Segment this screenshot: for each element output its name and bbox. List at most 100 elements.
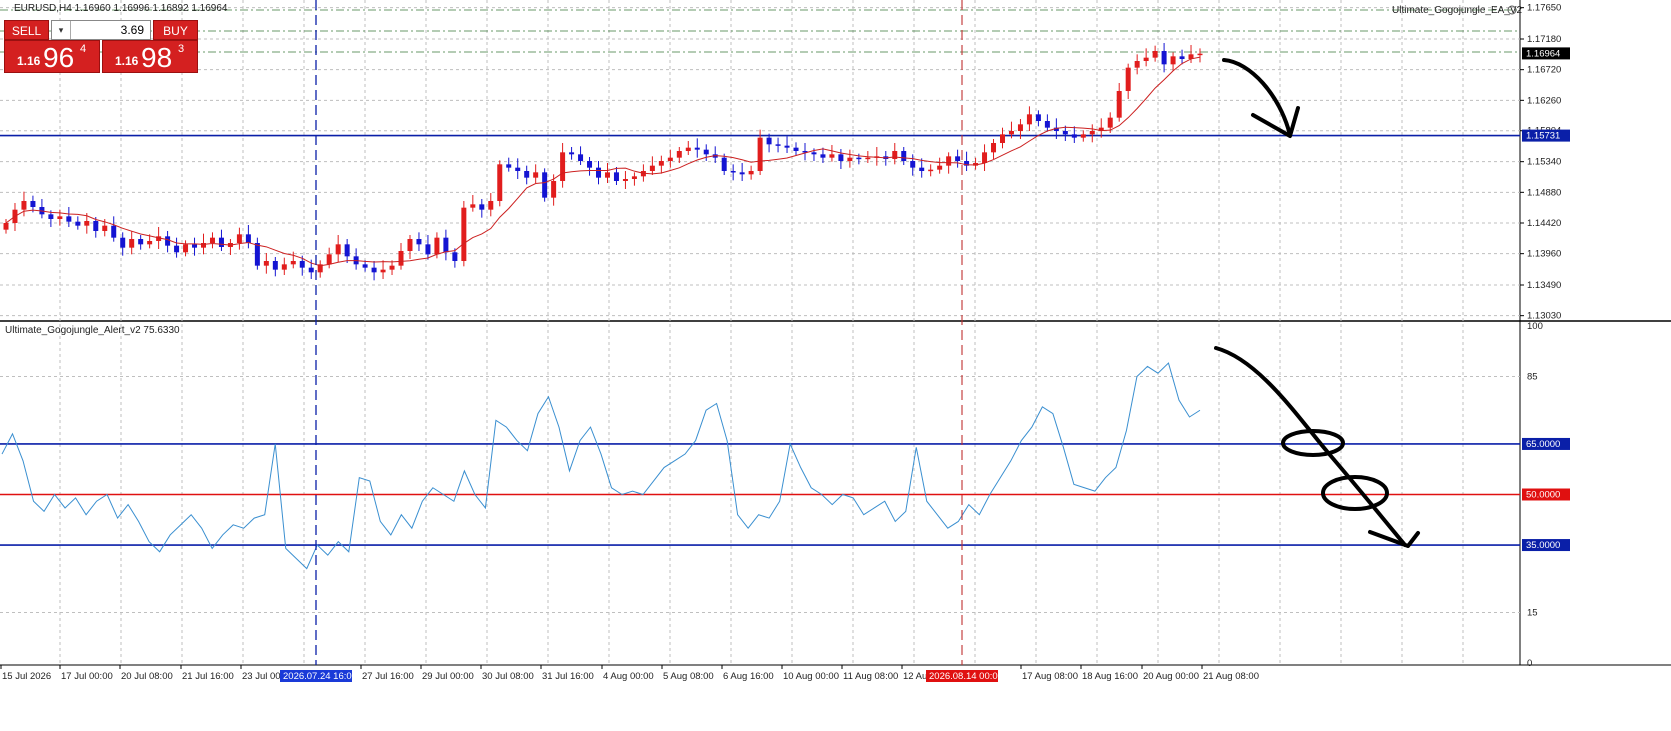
candle-body [578, 154, 584, 161]
candle-body [299, 261, 305, 268]
candle-body [838, 154, 844, 161]
price-tick-label: 1.17180 [1527, 34, 1561, 45]
candle-body [1107, 117, 1113, 128]
candle-body [999, 134, 1005, 143]
price-tick-label: 1.13960 [1527, 249, 1561, 260]
candle-body [721, 157, 727, 171]
candle-body [344, 244, 350, 257]
candle-body [1152, 51, 1158, 58]
hline-tag: 1.15731 [1526, 131, 1560, 142]
candle-body [443, 237, 449, 253]
time-label: 21 Jul 16:00 [182, 671, 234, 682]
candle-body [1161, 51, 1167, 65]
time-label: 11 Aug 08:00 [843, 671, 898, 682]
candle-body [1197, 53, 1203, 56]
buy-button[interactable]: BUY [153, 20, 198, 40]
price-tick-label: 1.16720 [1527, 65, 1561, 76]
candle-body [667, 157, 673, 161]
time-label: 5 Aug 08:00 [663, 671, 714, 682]
candle-body [739, 172, 745, 175]
time-label: 4 Aug 00:00 [603, 671, 654, 682]
candle-body [551, 181, 557, 198]
candle-body [335, 244, 341, 255]
time-label: 30 Jul 08:00 [482, 671, 534, 682]
price-tick-label: 1.16260 [1527, 95, 1561, 106]
candle-body [604, 172, 610, 178]
candle-body [820, 154, 826, 158]
candle-body [560, 152, 566, 181]
candle-body [631, 176, 637, 179]
lot-size-field[interactable]: ▾ 3.69 [51, 20, 151, 40]
candle-body [66, 216, 72, 222]
candle-body [569, 152, 575, 155]
indicator-tick-label: 100 [1527, 321, 1543, 332]
time-label: 31 Jul 16:00 [542, 671, 594, 682]
candle-body [308, 267, 314, 273]
candle-body [497, 164, 503, 201]
chevron-down-icon[interactable]: ▾ [52, 21, 71, 39]
candle-body [138, 239, 144, 245]
mt4-chart[interactable]: 1.176501.171801.167201.162601.158041.153… [0, 0, 1671, 731]
candle-body [326, 254, 332, 265]
candle-body [192, 244, 198, 248]
candle-body [919, 167, 925, 171]
current-price-tag: 1.16964 [1526, 48, 1560, 59]
candle-body [847, 157, 853, 161]
candle-body [1179, 56, 1185, 59]
candle-body [1170, 56, 1176, 65]
time-marker-lines[interactable] [315, 0, 963, 665]
candle-body [245, 234, 251, 243]
time-label: 20 Jul 08:00 [121, 671, 173, 682]
candle-body [596, 167, 602, 178]
candle-body [676, 151, 682, 158]
candle-body [1089, 131, 1095, 135]
candle-body [694, 147, 700, 150]
candle-body [775, 144, 781, 146]
candle-body [174, 245, 180, 253]
candle-body [398, 251, 404, 266]
candle-body [1017, 124, 1023, 131]
candle-body [263, 261, 269, 266]
price-tick-label: 1.17650 [1527, 3, 1561, 14]
candle-body [111, 225, 117, 238]
indicator-path [1, 362, 1201, 570]
candle-body [1134, 61, 1140, 68]
indicator-line [1, 362, 1201, 570]
price-tick-label: 1.14420 [1527, 218, 1561, 229]
time-label: 10 Aug 00:00 [783, 671, 839, 682]
level-tag: 50.0000 [1526, 490, 1560, 501]
sell-price-box[interactable]: 1.16 96 4 [4, 40, 100, 73]
buy-price-box[interactable]: 1.16 98 3 [102, 40, 198, 73]
candle-body [30, 201, 36, 207]
buy-price-sup: 3 [178, 43, 185, 55]
lot-size-value: 3.69 [120, 23, 144, 37]
candle-body [1062, 131, 1068, 135]
chart-grid [0, 0, 1671, 666]
candle-body [515, 167, 521, 171]
candle-body [371, 267, 377, 273]
sell-price-prefix: 1.16 [17, 54, 41, 68]
price-tick-label: 1.14880 [1527, 187, 1561, 198]
price-level-lines[interactable] [0, 134, 1520, 546]
candle-body [183, 244, 189, 253]
candle-body [524, 171, 530, 178]
candle-body [389, 265, 395, 270]
sell-price-big: 96 [43, 42, 75, 73]
candle-body [479, 204, 485, 210]
buy-price-big: 98 [141, 42, 173, 73]
axes-labels: 1.176501.171801.167201.162601.158041.153… [0, 3, 1570, 682]
candle-body [165, 236, 171, 246]
time-label: 20 Aug 00:00 [1143, 671, 1199, 682]
candle-body [955, 156, 961, 161]
level-tag: 65.0000 [1526, 439, 1560, 450]
candle-body [362, 264, 368, 268]
time-label: 18 Aug 16:00 [1082, 671, 1138, 682]
candle-body [75, 221, 81, 226]
candle-body [542, 172, 548, 198]
price-tick-label: 1.13490 [1527, 280, 1561, 291]
sell-button[interactable]: SELL [4, 20, 49, 40]
candle-body [236, 234, 242, 243]
indicator-tick-label: 0 [1527, 658, 1532, 669]
candle-body [784, 145, 790, 148]
candle-body [1035, 114, 1041, 121]
